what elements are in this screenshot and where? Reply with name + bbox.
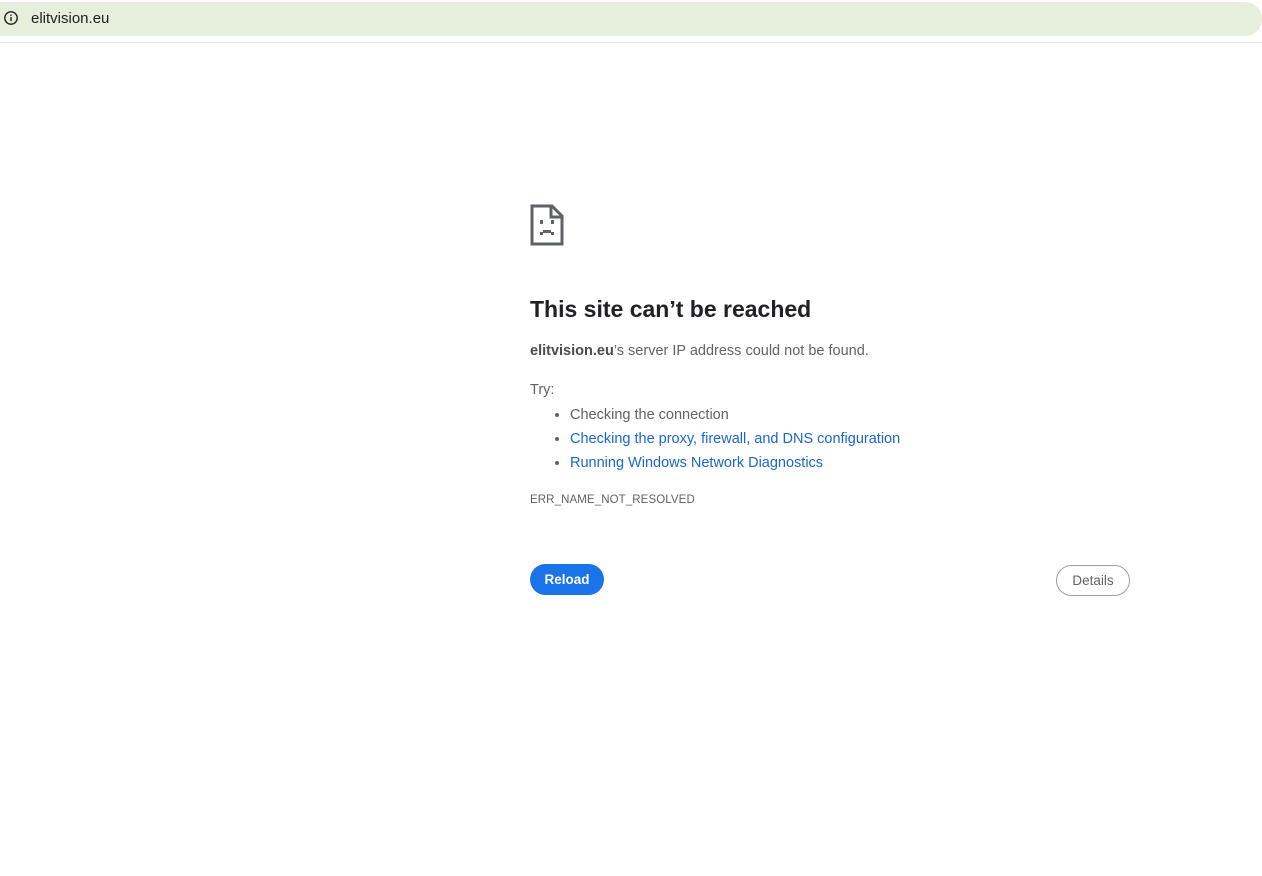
suggestions-list: Checking the connection Checking the pro… [530,403,1130,475]
suggestion-check-proxy: Checking the proxy, firewall, and DNS co… [570,427,1130,451]
error-content: This site can’t be reached elitvision.eu… [530,204,1130,507]
url-text[interactable]: elitvision.eu [31,10,109,28]
error-summary-text: ’s server IP address could not be found. [613,343,869,359]
error-code: ERR_NAME_NOT_RESOLVED [530,494,695,506]
suggestion-proxy-link[interactable]: Checking the proxy, firewall, and DNS co… [570,431,900,447]
suggestion-check-connection: Checking the connection [570,403,1130,427]
suggestion-diagnostics-link[interactable]: Running Windows Network Diagnostics [570,455,823,471]
error-host: elitvision.eu [530,343,614,359]
suggestion-network-diagnostics: Running Windows Network Diagnostics [570,451,1130,475]
details-button[interactable]: Details [1056,565,1130,596]
reload-button[interactable]: Reload [530,564,604,595]
info-circle-icon[interactable] [3,10,19,26]
omnibox[interactable]: elitvision.eu [0,2,1262,36]
try-label: Try: [530,382,555,398]
suggestion-label: Checking the connection [570,407,729,423]
page-title: This site can’t be reached [530,296,812,322]
sad-page-icon [530,204,564,246]
error-summary: elitvision.eu’s server IP address could … [530,341,1130,361]
address-bar: elitvision.eu [0,0,1262,43]
